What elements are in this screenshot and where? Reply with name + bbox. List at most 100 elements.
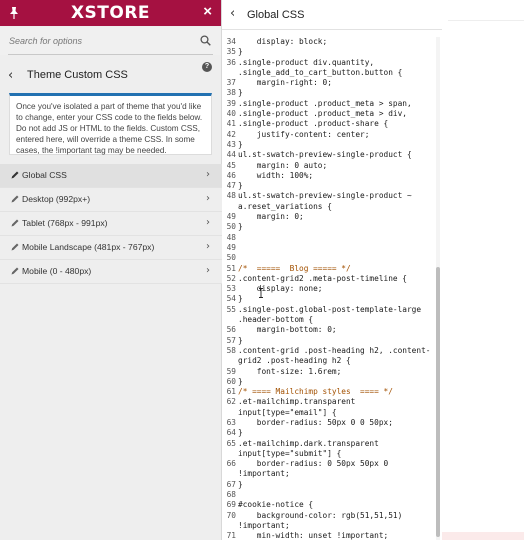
pencil-icon bbox=[11, 171, 19, 179]
panel-item-label: Mobile Landscape (481px - 767px) bbox=[22, 242, 155, 252]
search-input[interactable] bbox=[0, 27, 221, 55]
back-button[interactable]: ‹ bbox=[8, 68, 13, 83]
line-text: } bbox=[238, 88, 243, 98]
code-line: 38} bbox=[222, 88, 436, 98]
close-customizer-button[interactable]: × bbox=[203, 3, 212, 20]
line-text: } bbox=[238, 376, 243, 386]
line-text: .header-bottom { bbox=[238, 315, 314, 325]
line-number: 59 bbox=[226, 366, 236, 376]
code-line: 66 border-radius: 0 50px 50px 0 bbox=[222, 459, 436, 469]
line-number: 43 bbox=[226, 139, 236, 149]
code-line: 36 .single-product div.quantity, bbox=[222, 58, 436, 68]
line-text: } bbox=[238, 479, 243, 489]
code-line: 46 width: 100%; bbox=[222, 171, 436, 181]
code-line: input[type="submit"] { bbox=[222, 449, 436, 459]
xstore-logo: XSTORE bbox=[70, 3, 151, 23]
panel-item-mobile-0-480px[interactable]: Mobile (0 - 480px) › bbox=[0, 260, 222, 284]
code-line: 53 display: none; bbox=[222, 284, 436, 294]
line-number: 65 bbox=[226, 438, 236, 448]
code-line: 48 ul.st-swatch-preview-single-product ~ bbox=[222, 191, 436, 201]
editor-back-button[interactable]: ‹ bbox=[230, 6, 235, 21]
code-line: grid2 .post-heading h2 { bbox=[222, 356, 436, 366]
line-number: 49 bbox=[226, 212, 236, 222]
section-header: ‹ Theme Custom CSS ? bbox=[0, 59, 221, 93]
code-line: 70 background-color: rgb(51,51,51) bbox=[222, 511, 436, 521]
code-line: 44 ul.st-swatch-preview-single-product { bbox=[222, 150, 436, 160]
code-line: 47} bbox=[222, 181, 436, 191]
line-text: /* ===== Blog ===== */ bbox=[238, 263, 351, 273]
code-line: 60} bbox=[222, 377, 436, 387]
code-line: 49 bbox=[222, 243, 436, 253]
code-editor[interactable]: 34 display: block; 35} 36 .single-product d… bbox=[222, 37, 436, 540]
search-icon[interactable] bbox=[200, 35, 211, 46]
line-number: 37 bbox=[226, 78, 236, 88]
editor-scrollbar[interactable] bbox=[436, 37, 440, 540]
panel-item-desktop-992px[interactable]: Desktop (992px+) › bbox=[0, 188, 222, 212]
code-line: 63 border-radius: 50px 0 0 50px; bbox=[222, 418, 436, 428]
line-number: 71 bbox=[226, 531, 236, 540]
pencil-icon bbox=[11, 195, 19, 203]
help-icon[interactable]: ? bbox=[202, 62, 212, 72]
code-line: .header-bottom { bbox=[222, 315, 436, 325]
code-line: 50} bbox=[222, 222, 436, 232]
panel-item-label: Tablet (768px - 991px) bbox=[22, 218, 108, 228]
chevron-right-icon: › bbox=[206, 169, 210, 180]
code-line: 61/* ==== Mailchimp styles ==== */ bbox=[222, 387, 436, 397]
line-number: 58 bbox=[226, 345, 236, 355]
panel-item-mobile-landscape-481px-767px[interactable]: Mobile Landscape (481px - 767px) › bbox=[0, 236, 222, 260]
line-text: .content-grid .post-heading h2, .content… bbox=[238, 345, 431, 355]
code-line: 48 bbox=[222, 233, 436, 243]
panel-item-global-css[interactable]: Global CSS › bbox=[0, 164, 222, 188]
editor-title: Global CSS bbox=[247, 9, 305, 21]
code-line: 54} bbox=[222, 294, 436, 304]
scrollbar-thumb[interactable] bbox=[436, 267, 440, 537]
code-line: 39 .single-product .product_meta > span, bbox=[222, 99, 436, 109]
code-line: 59 font-size: 1.6rem; bbox=[222, 367, 436, 377]
line-text: #cookie-notice { bbox=[238, 500, 314, 510]
line-text: border-radius: 50px 0 0 50px; bbox=[238, 417, 393, 427]
code-line: 42 justify-content: center; bbox=[222, 130, 436, 140]
text-cursor-icon bbox=[259, 288, 263, 298]
line-text: } bbox=[238, 335, 243, 345]
code-line: 67} bbox=[222, 480, 436, 490]
line-number: 55 bbox=[226, 304, 236, 314]
line-number: 41 bbox=[226, 119, 236, 129]
line-text: margin-bottom: 0; bbox=[238, 325, 337, 335]
line-text: display: block; bbox=[238, 37, 328, 46]
code-line: !important; bbox=[222, 469, 436, 479]
search-underline bbox=[8, 54, 213, 55]
line-number: 46 bbox=[226, 170, 236, 180]
pencil-icon bbox=[11, 267, 19, 275]
line-text: min-width: unset !important; bbox=[238, 531, 389, 540]
line-number: 61 bbox=[226, 387, 236, 397]
code-line: 40 .single-product .product_meta > div, bbox=[222, 109, 436, 119]
line-text: ul.st-swatch-preview-single-product ~ bbox=[238, 191, 412, 201]
line-number: 49 bbox=[226, 242, 236, 252]
section-title: Theme Custom CSS bbox=[27, 69, 128, 81]
line-number: 47 bbox=[226, 181, 236, 191]
preview-header-line bbox=[448, 20, 524, 21]
line-number: 52 bbox=[226, 273, 236, 283]
line-number: 63 bbox=[226, 417, 236, 427]
panel-item-tablet-768px-991px[interactable]: Tablet (768px - 991px) › bbox=[0, 212, 222, 236]
line-number: 48 bbox=[226, 232, 236, 242]
line-number: 69 bbox=[226, 500, 236, 510]
code-line: 55 .single-post.global-post-template-larg… bbox=[222, 305, 436, 315]
line-text: } bbox=[238, 139, 243, 149]
line-text: } bbox=[238, 222, 243, 232]
line-number: 66 bbox=[226, 459, 236, 469]
line-text: .single-post.global-post-template-large bbox=[238, 304, 422, 314]
description-notice: Once you've isolated a part of theme tha… bbox=[9, 93, 212, 155]
search-box bbox=[0, 27, 221, 55]
line-number: 40 bbox=[226, 109, 236, 119]
line-text: .single-product .product_meta > span, bbox=[238, 98, 412, 108]
line-text: input[type="submit"] { bbox=[238, 448, 342, 458]
code-line: 41 .single-product .product-share { bbox=[222, 119, 436, 129]
line-text: } bbox=[238, 47, 243, 57]
line-number: 38 bbox=[226, 88, 236, 98]
line-number: 53 bbox=[226, 284, 236, 294]
line-text: .single_add_to_cart_button.button { bbox=[238, 67, 403, 77]
line-text: .et-mailchimp.dark.transparent bbox=[238, 438, 379, 448]
line-text: width: 100%; bbox=[238, 170, 314, 180]
site-preview[interactable] bbox=[442, 0, 524, 540]
